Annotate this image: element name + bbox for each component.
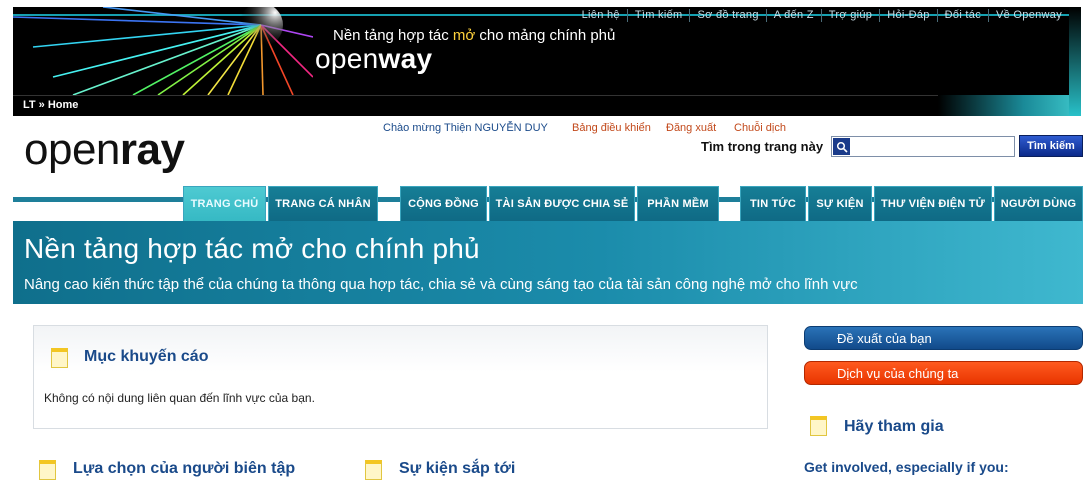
join-title: Hãy tham gia	[844, 418, 944, 435]
recommendations-panel: Mục khuyến cáo Không có nội dung liên qu…	[33, 325, 768, 429]
laser-graphic	[13, 7, 313, 95]
editor-picks-title: Lựa chọn của người biên tập	[73, 460, 296, 477]
welcome-text: Chào mừng Thiện NGUYỄN DUY	[383, 122, 548, 134]
suggest-button[interactable]: Đề xuất của bạn	[804, 326, 1083, 350]
tab-community[interactable]: CỘNG ĐỒNG	[400, 186, 487, 221]
breadcrumb[interactable]: LT » Home	[23, 99, 78, 111]
top-link-faq[interactable]: Hỏi-Đáp	[879, 9, 936, 22]
breadcrumb-accent	[938, 95, 1081, 116]
hero-title: Nền tảng hợp tác mở cho chính phủ	[24, 233, 480, 264]
search-input[interactable]	[852, 138, 1012, 155]
note-icon	[39, 460, 56, 480]
banner-tagline: Nền tảng hợp tác mở cho mảng chính phủ	[333, 27, 615, 44]
tab-users[interactable]: NGƯỜI DÙNG	[994, 186, 1083, 221]
hero-banner: Nền tảng hợp tác mở cho chính phủ Nâng c…	[13, 221, 1083, 304]
openway-logo-bold: way	[378, 43, 433, 74]
note-icon	[365, 460, 382, 480]
breadcrumb-bar: LT » Home	[13, 95, 938, 115]
get-involved-text: Get involved, especially if you:	[804, 459, 1009, 475]
tagline-highlight: mở	[452, 27, 476, 44]
tab-library[interactable]: THƯ VIỆN ĐIỆN TỬ	[874, 186, 992, 221]
openray-logo[interactable]: openray	[24, 125, 185, 174]
services-button[interactable]: Dịch vụ của chúng ta	[804, 361, 1083, 385]
note-icon	[810, 416, 827, 436]
logout-link[interactable]: Đăng xuất	[666, 122, 716, 134]
tab-home[interactable]: TRANG CHỦ	[183, 186, 266, 221]
banner-edge	[1069, 7, 1081, 116]
search-box[interactable]	[831, 136, 1015, 157]
openray-logo-regular: open	[24, 125, 120, 174]
dashboard-link[interactable]: Bảng điều khiển	[572, 122, 651, 134]
openway-logo: openway	[315, 43, 432, 75]
tab-software[interactable]: PHẦN MỀM	[637, 186, 719, 221]
openray-logo-bold: ray	[119, 125, 185, 174]
hero-subtitle: Nâng cao kiến thức tập thể của chúng ta …	[24, 276, 858, 293]
search-button[interactable]: Tìm kiếm	[1019, 135, 1083, 157]
top-links: Liên hệ Tìm kiếm Sơ đồ trang A đến Z Trợ…	[575, 9, 1069, 22]
recommendations-empty-text: Không có nội dung liên quan đến lĩnh vực…	[44, 391, 315, 405]
top-link-partners[interactable]: Đối tác	[936, 9, 988, 22]
tab-events[interactable]: SỰ KIỆN	[808, 186, 872, 221]
search-label: Tìm trong trang này	[701, 139, 824, 154]
translate-strings-link[interactable]: Chuỗi dịch	[734, 122, 786, 134]
top-link-help[interactable]: Trợ giúp	[820, 9, 879, 22]
tagline-post: cho mảng chính phủ	[475, 27, 616, 44]
recommendations-title: Mục khuyến cáo	[84, 348, 209, 365]
site-banner: Liên hệ Tìm kiếm Sơ đồ trang A đến Z Trợ…	[13, 7, 1081, 116]
openway-logo-regular: open	[315, 43, 379, 74]
tagline-pre: Nền tảng hợp tác	[333, 27, 453, 44]
top-link-about[interactable]: Về Openway	[988, 9, 1069, 22]
note-icon	[51, 348, 68, 368]
tab-news[interactable]: TIN TỨC	[740, 186, 806, 221]
tab-personal[interactable]: TRANG CÁ NHÂN	[268, 186, 378, 221]
tab-shared-assets[interactable]: TÀI SẢN ĐƯỢC CHIA SẺ	[489, 186, 635, 221]
upcoming-events-title: Sự kiện sắp tới	[399, 460, 516, 477]
top-link-a-to-z[interactable]: A đến Z	[765, 9, 821, 22]
top-link-search[interactable]: Tìm kiếm	[626, 9, 690, 22]
search-icon	[833, 138, 850, 155]
top-link-contact[interactable]: Liên hệ	[575, 9, 627, 22]
top-link-sitemap[interactable]: Sơ đồ trang	[689, 9, 765, 22]
